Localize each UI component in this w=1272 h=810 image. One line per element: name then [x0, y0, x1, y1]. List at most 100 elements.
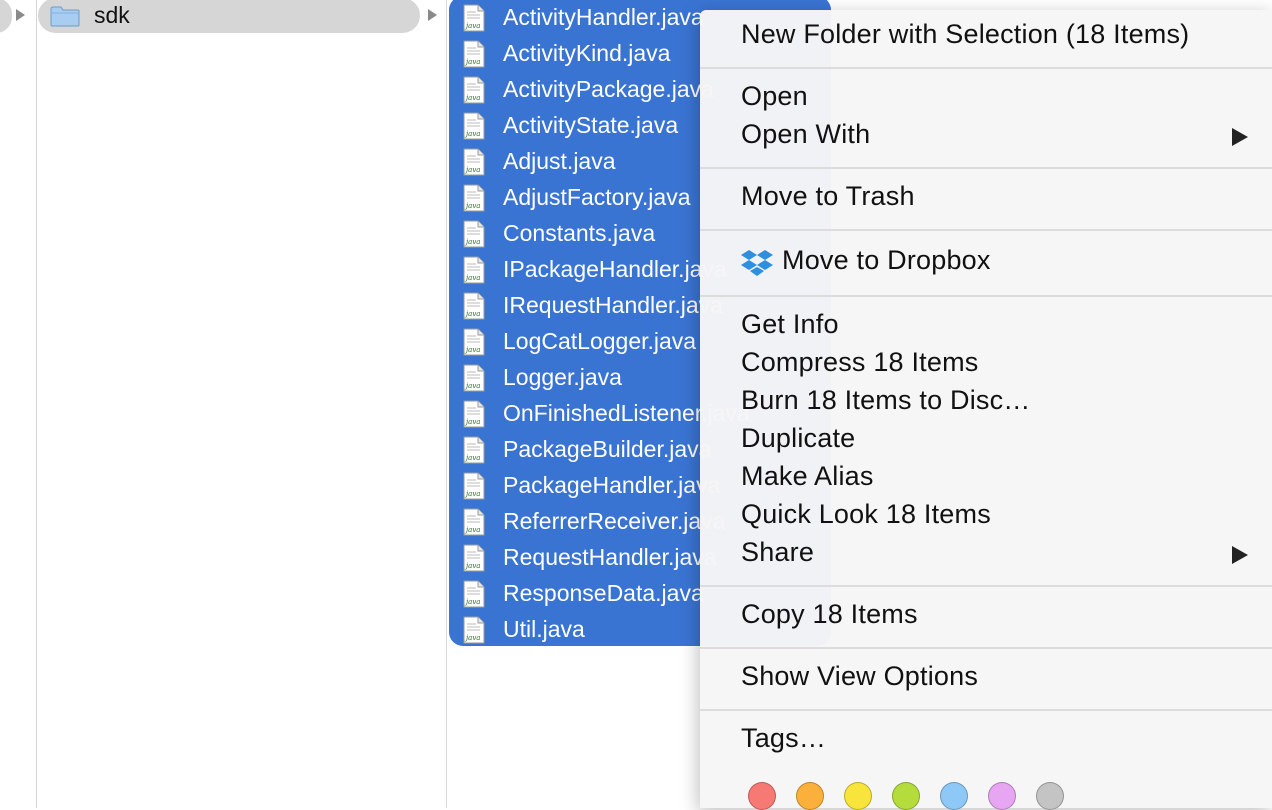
svg-text:java: java	[464, 382, 480, 390]
context-menu: New Folder with Selection (18 Items) Ope…	[700, 10, 1272, 810]
menu-item-label: Quick Look 18 Items	[741, 499, 991, 529]
tag-purple-dot[interactable]	[988, 782, 1016, 810]
java-file-icon: java	[463, 472, 485, 500]
file-name: ReferrerReceiver.java	[503, 508, 726, 534]
menu-item-open[interactable]: Open	[700, 79, 1272, 117]
menu-item-tags[interactable]: Tags…	[700, 721, 1272, 759]
dropbox-icon	[741, 250, 773, 276]
column-divider[interactable]	[36, 0, 37, 808]
file-name: ActivityState.java	[503, 112, 679, 138]
file-name: Adjust.java	[503, 148, 616, 174]
file-name: RequestHandler.java	[503, 544, 717, 570]
java-file-icon: java	[463, 184, 485, 212]
menu-item-label: Make Alias	[741, 461, 874, 491]
menu-item-move-to-trash[interactable]: Move to Trash	[700, 179, 1272, 217]
menu-item-quick-look[interactable]: Quick Look 18 Items	[700, 497, 1272, 535]
java-file-icon: java	[463, 40, 485, 68]
java-file-icon: java	[463, 328, 485, 356]
file-name: ResponseData.java	[503, 580, 704, 606]
menu-separator	[700, 647, 1272, 649]
menu-item-label: Copy 18 Items	[741, 599, 918, 629]
svg-text:java: java	[464, 274, 480, 282]
svg-text:java: java	[464, 418, 480, 426]
svg-text:java: java	[464, 22, 480, 30]
tag-blue-dot[interactable]	[940, 782, 968, 810]
menu-item-share[interactable]: Share	[700, 535, 1272, 573]
svg-text:java: java	[464, 166, 480, 174]
file-name: AdjustFactory.java	[503, 184, 691, 210]
menu-item-label: Move to Trash	[741, 181, 915, 211]
java-file-icon: java	[463, 4, 485, 32]
java-file-icon: java	[463, 508, 485, 536]
disclosure-triangle-icon	[16, 9, 25, 21]
svg-text:java: java	[464, 598, 480, 606]
tag-red-dot[interactable]	[748, 782, 776, 810]
submenu-arrow-icon	[1232, 546, 1248, 564]
svg-text:java: java	[464, 94, 480, 102]
submenu-arrow-icon	[1232, 128, 1248, 146]
disclosure-triangle-icon	[428, 9, 437, 21]
menu-item-make-alias[interactable]: Make Alias	[700, 459, 1272, 497]
menu-item-new-folder-with-selection[interactable]: New Folder with Selection (18 Items)	[700, 17, 1272, 55]
folder-icon	[50, 6, 80, 27]
folder-row-sdk[interactable]: sdk	[38, 0, 420, 33]
file-name: Constants.java	[503, 220, 656, 246]
menu-item-get-info[interactable]: Get Info	[700, 307, 1272, 345]
menu-separator	[700, 67, 1272, 69]
menu-item-label: Get Info	[741, 309, 839, 339]
java-file-icon: java	[463, 580, 485, 608]
menu-item-copy[interactable]: Copy 18 Items	[700, 597, 1272, 635]
menu-item-burn-to-disc[interactable]: Burn 18 Items to Disc…	[700, 383, 1272, 421]
menu-separator	[700, 167, 1272, 169]
file-name: IRequestHandler.java	[503, 292, 723, 318]
file-name: PackageHandler.java	[503, 472, 721, 498]
file-name: IPackageHandler.java	[503, 256, 727, 282]
svg-text:java: java	[464, 238, 480, 246]
java-file-icon: java	[463, 400, 485, 428]
menu-item-label: Compress 18 Items	[741, 347, 979, 377]
svg-text:java: java	[464, 490, 480, 498]
svg-text:java: java	[464, 634, 480, 642]
java-file-icon: java	[463, 256, 485, 284]
svg-text:java: java	[464, 202, 480, 210]
tag-orange-dot[interactable]	[796, 782, 824, 810]
menu-separator	[700, 585, 1272, 587]
menu-separator	[700, 709, 1272, 711]
menu-item-compress[interactable]: Compress 18 Items	[700, 345, 1272, 383]
java-file-icon: java	[463, 148, 485, 176]
java-file-icon: java	[463, 616, 485, 644]
java-file-icon: java	[463, 364, 485, 392]
java-file-icon: java	[463, 112, 485, 140]
menu-item-label: Move to Dropbox	[782, 245, 991, 275]
file-name: Logger.java	[503, 364, 622, 390]
menu-item-label: Share	[741, 537, 815, 567]
menu-separator	[700, 229, 1272, 231]
file-name: Util.java	[503, 616, 585, 642]
menu-item-label: Burn 18 Items to Disc…	[741, 385, 1031, 415]
menu-item-label: New Folder with Selection (18 Items)	[741, 19, 1190, 49]
svg-text:java: java	[464, 346, 480, 354]
menu-item-open-with[interactable]: Open With	[700, 117, 1272, 155]
file-name: ActivityKind.java	[503, 40, 671, 66]
tag-green-dot[interactable]	[892, 782, 920, 810]
file-name: ActivityPackage.java	[503, 76, 714, 102]
svg-text:java: java	[464, 58, 480, 66]
java-file-icon: java	[463, 436, 485, 464]
menu-item-label: Open	[741, 81, 808, 111]
java-file-icon: java	[463, 220, 485, 248]
menu-item-label: Show View Options	[741, 661, 979, 691]
tag-yellow-dot[interactable]	[844, 782, 872, 810]
tag-gray-dot[interactable]	[1036, 782, 1064, 810]
svg-text:java: java	[464, 526, 480, 534]
column-divider[interactable]	[446, 0, 447, 808]
svg-text:java: java	[464, 454, 480, 462]
menu-item-move-to-dropbox[interactable]: Move to Dropbox	[700, 243, 1272, 281]
menu-item-show-view-options[interactable]: Show View Options	[700, 659, 1272, 697]
menu-separator	[700, 295, 1272, 297]
java-file-icon: java	[463, 292, 485, 320]
previous-column-selection[interactable]	[0, 0, 12, 33]
folder-label: sdk	[94, 2, 130, 28]
svg-text:java: java	[464, 130, 480, 138]
menu-item-duplicate[interactable]: Duplicate	[700, 421, 1272, 459]
file-name: ActivityHandler.java	[503, 4, 704, 30]
